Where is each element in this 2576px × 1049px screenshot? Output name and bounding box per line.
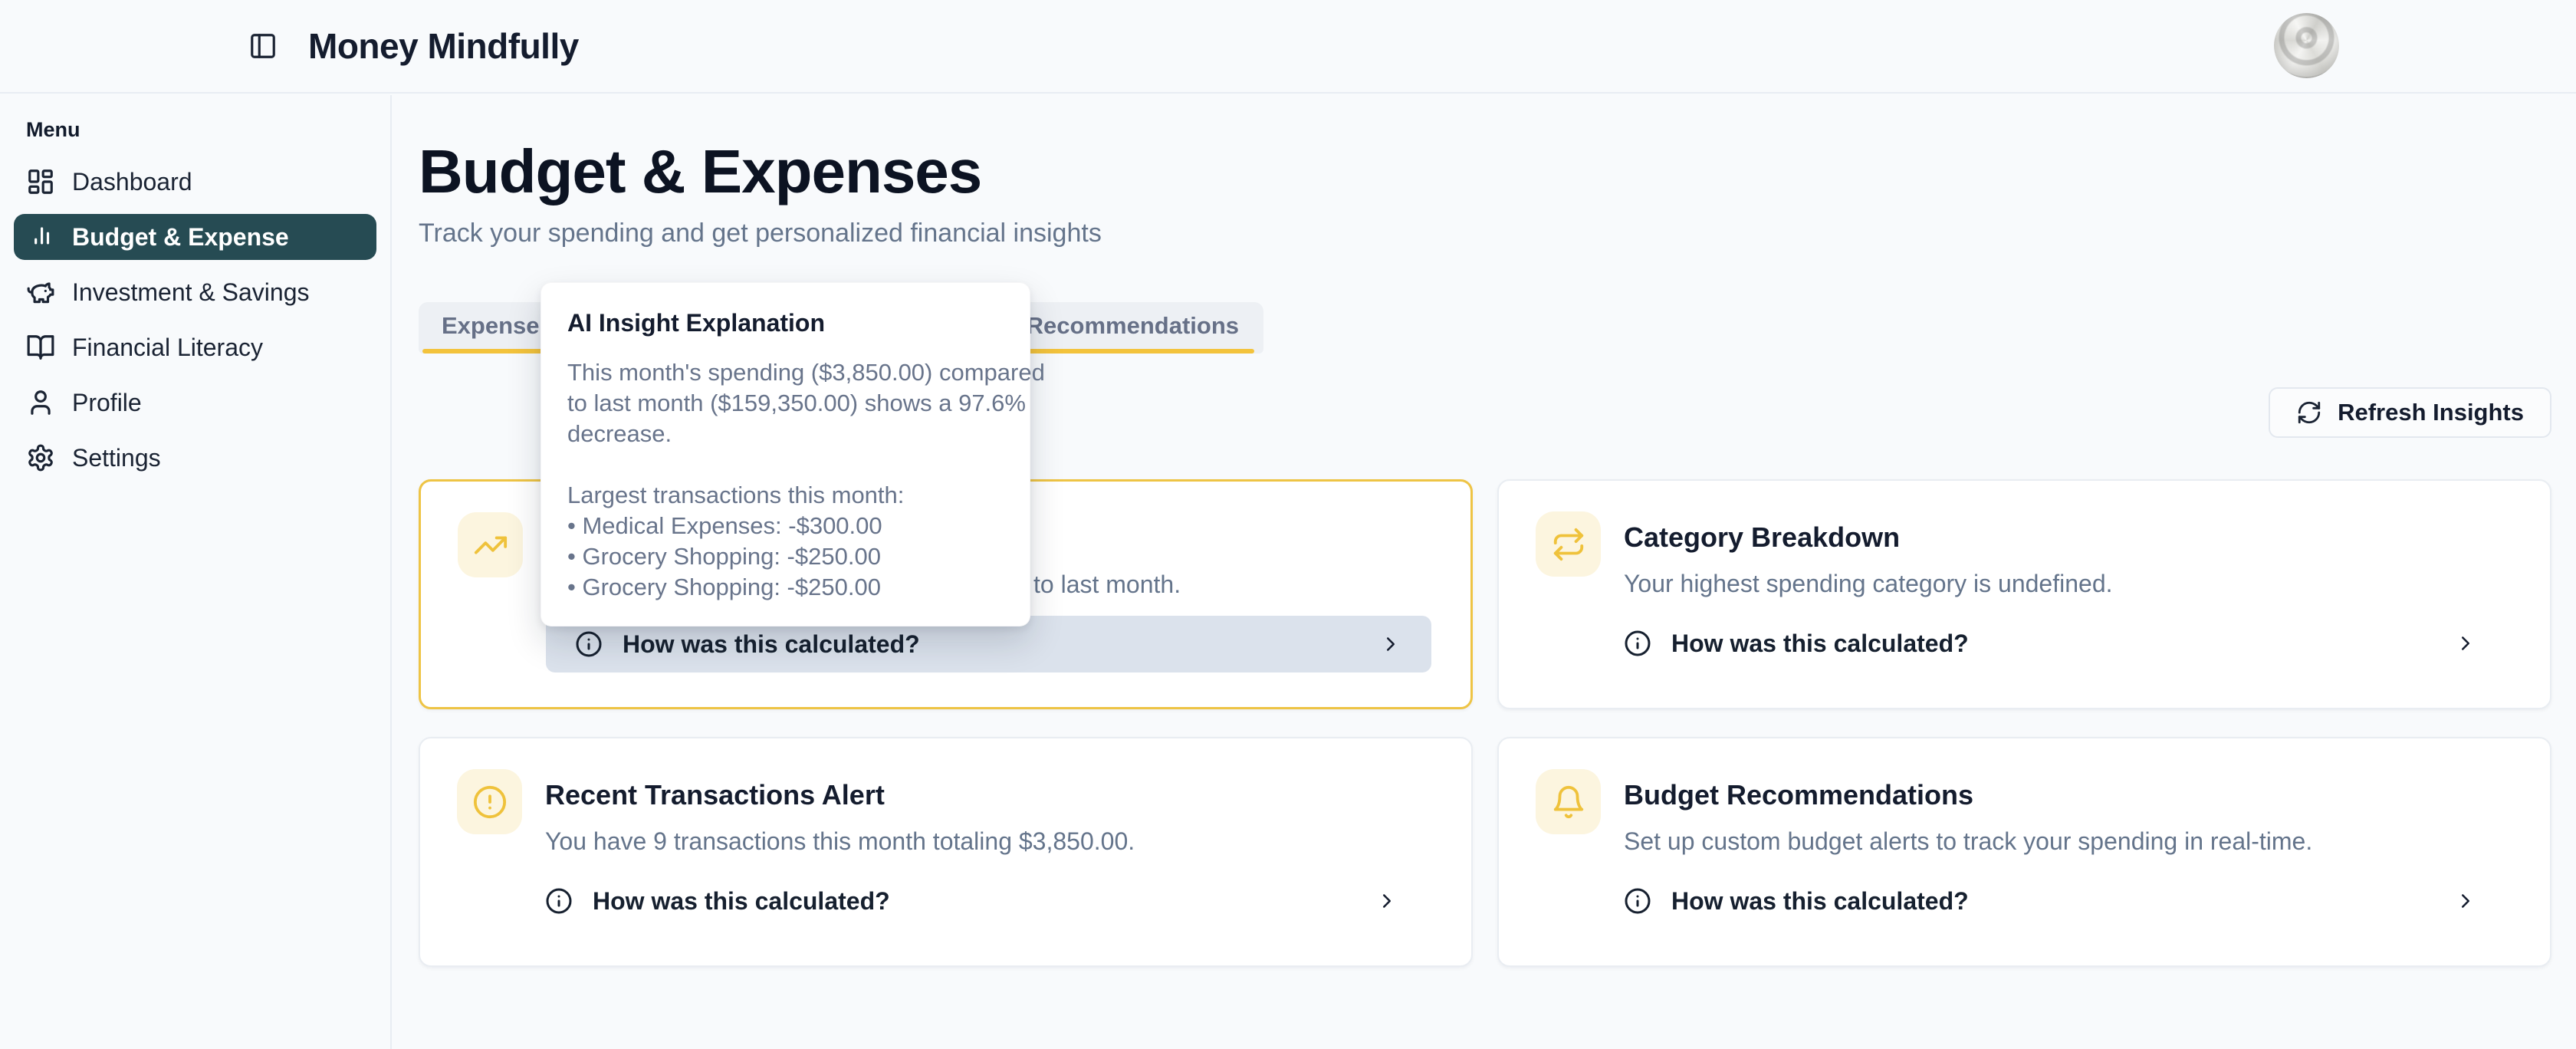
chevron-right-icon xyxy=(1379,633,1402,656)
trending-up-icon xyxy=(458,512,523,577)
tooltip-paragraph-line: to last month ($159,350.00) shows a 97.6… xyxy=(567,388,1011,419)
user-icon xyxy=(26,388,55,417)
top-bar: Money Mindfully xyxy=(0,0,2576,94)
sidebar-item-label: Budget & Expense xyxy=(72,223,289,252)
page-subtitle: Track your spending and get personalized… xyxy=(419,219,2551,248)
card-title: Category Breakdown xyxy=(1624,522,2511,553)
sidebar-item-settings[interactable]: Settings xyxy=(14,430,376,485)
sidebar-item-dashboard[interactable]: Dashboard xyxy=(14,154,376,209)
bell-icon xyxy=(1536,769,1601,834)
how-calculated-row[interactable]: How was this calculated? xyxy=(1624,615,2511,672)
tooltip-transaction-item: • Grocery Shopping: -$250.00 xyxy=(567,572,1011,603)
category-breakdown-card: Category Breakdown Your highest spending… xyxy=(1497,479,2551,709)
tooltip-list-intro: Largest transactions this month: xyxy=(567,480,1011,511)
refresh-insights-button[interactable]: Refresh Insights xyxy=(2269,387,2551,438)
sidebar-item-investment-savings[interactable]: Investment & Savings xyxy=(14,265,376,320)
refresh-icon xyxy=(2296,400,2322,426)
chevron-right-icon xyxy=(2454,632,2477,655)
how-calculated-label: How was this calculated? xyxy=(1671,887,1969,916)
sidebar-item-profile[interactable]: Profile xyxy=(14,375,376,430)
sidebar-item-label: Settings xyxy=(72,444,161,472)
how-calculated-row[interactable]: How was this calculated? xyxy=(1624,873,2511,929)
how-calculated-label: How was this calculated? xyxy=(593,887,890,916)
how-calculated-row[interactable]: How was this calculated? xyxy=(545,873,1432,929)
card-body: You have 9 transactions this month total… xyxy=(545,826,1432,857)
book-open-icon xyxy=(26,333,55,362)
sidebar-item-label: Dashboard xyxy=(72,168,192,196)
dashboard-icon xyxy=(26,167,55,196)
how-calculated-label: How was this calculated? xyxy=(1671,630,1969,658)
sidebar-nav: Dashboard Budget & Expense Investment & … xyxy=(0,154,390,485)
panel-left-icon xyxy=(248,31,278,61)
alert-circle-icon xyxy=(457,769,522,834)
piggy-bank-icon xyxy=(26,278,55,307)
info-icon xyxy=(575,630,603,658)
sidebar-section-label: Menu xyxy=(26,118,390,142)
tooltip-paragraph-line: decrease. xyxy=(567,419,1011,449)
chevron-right-icon xyxy=(1375,890,1398,913)
card-content: Category Breakdown Your highest spending… xyxy=(1624,481,2511,672)
card-content: Budget Recommendations Set up custom bud… xyxy=(1624,738,2511,929)
card-body: Your highest spending category is undefi… xyxy=(1624,568,2511,599)
chevron-right-icon xyxy=(2454,890,2477,913)
refresh-insights-label: Refresh Insights xyxy=(2338,399,2524,426)
sidebar-item-budget-expense[interactable]: Budget & Expense xyxy=(14,214,376,260)
sidebar-toggle-button[interactable] xyxy=(245,28,281,64)
sidebar-item-label: Investment & Savings xyxy=(72,278,309,307)
ai-insight-tooltip: AI Insight Explanation This month's spen… xyxy=(540,282,1030,626)
page-title: Budget & Expenses xyxy=(419,138,2551,206)
how-calculated-label: How was this calculated? xyxy=(623,630,920,659)
info-icon xyxy=(1624,630,1651,657)
chart-column-icon xyxy=(26,222,55,252)
tooltip-title: AI Insight Explanation xyxy=(567,309,1011,337)
card-body: Set up custom budget alerts to track you… xyxy=(1624,826,2511,857)
card-title: Budget Recommendations xyxy=(1624,780,2511,811)
tooltip-transaction-item: • Medical Expenses: -$300.00 xyxy=(567,511,1011,541)
sidebar-item-label: Financial Literacy xyxy=(72,334,263,362)
info-icon xyxy=(545,887,573,915)
gear-icon xyxy=(26,443,55,472)
repeat-icon xyxy=(1536,511,1601,577)
avatar[interactable] xyxy=(2274,13,2339,78)
tooltip-paragraph-line: This month's spending ($3,850.00) compar… xyxy=(567,357,1011,388)
card-content: Recent Transactions Alert You have 9 tra… xyxy=(545,738,1432,929)
recent-transactions-card: Recent Transactions Alert You have 9 tra… xyxy=(419,737,1473,967)
card-title: Recent Transactions Alert xyxy=(545,780,1432,811)
sidebar-item-financial-literacy[interactable]: Financial Literacy xyxy=(14,320,376,375)
tooltip-transaction-item: • Grocery Shopping: -$250.00 xyxy=(567,541,1011,572)
sidebar: Menu Dashboard Budget & Expense Investme… xyxy=(0,95,392,1049)
budget-recommendations-card: Budget Recommendations Set up custom bud… xyxy=(1497,737,2551,967)
app-title: Money Mindfully xyxy=(308,25,579,67)
sidebar-item-label: Profile xyxy=(72,389,142,417)
tooltip-spacer xyxy=(567,449,1011,480)
info-icon xyxy=(1624,887,1651,915)
